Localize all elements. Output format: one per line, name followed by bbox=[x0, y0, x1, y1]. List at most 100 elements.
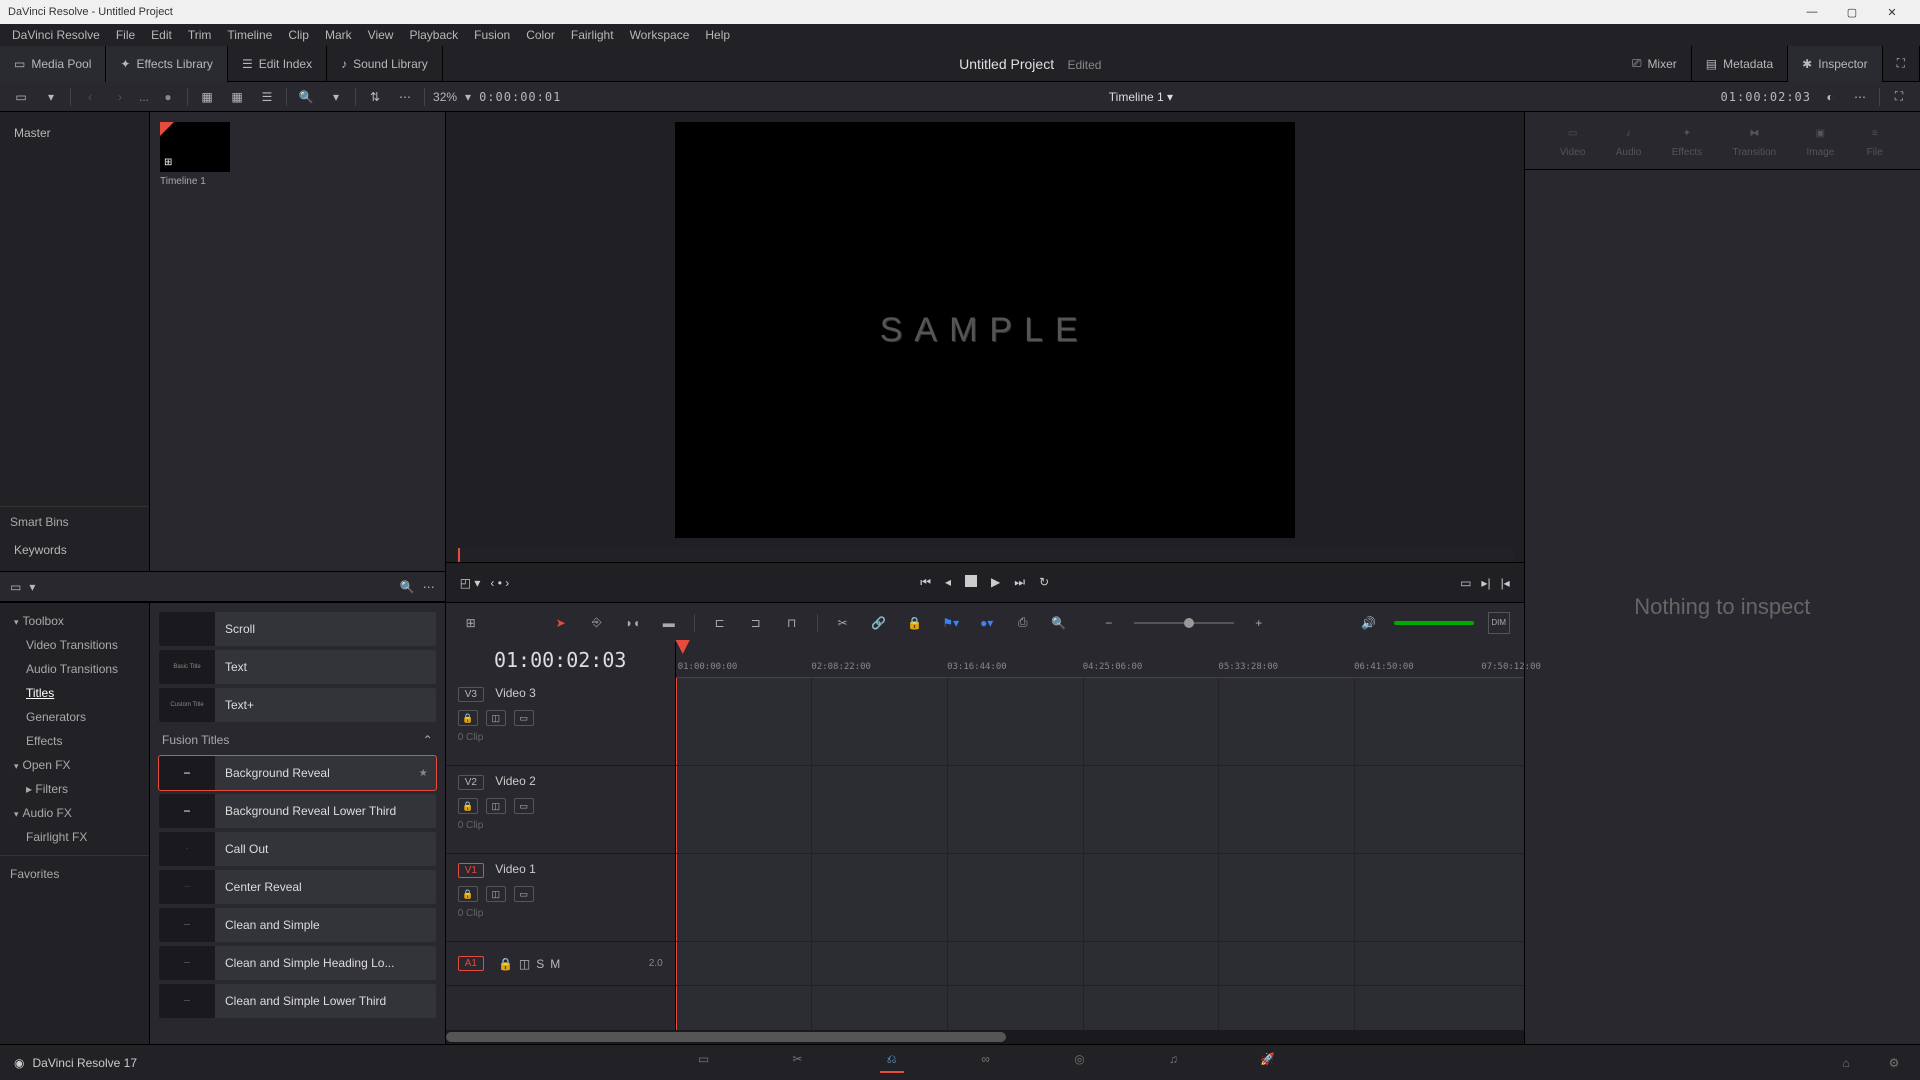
effects-options-icon[interactable]: ⋯ bbox=[423, 580, 435, 594]
menu-help[interactable]: Help bbox=[697, 28, 738, 42]
fusion-title-center-reveal[interactable]: ··· Center Reveal bbox=[158, 869, 437, 905]
dim-button[interactable]: DIM bbox=[1488, 612, 1510, 634]
link-icon[interactable]: 🔗 bbox=[868, 612, 890, 634]
title-item-text-plus[interactable]: Custom Title Text+ bbox=[158, 687, 437, 723]
menu-view[interactable]: View bbox=[360, 28, 402, 42]
nav-back-button[interactable]: ‹ bbox=[79, 86, 101, 108]
bypass-icon[interactable]: ◐ bbox=[1819, 86, 1841, 108]
volume-icon[interactable]: 🔊 bbox=[1358, 612, 1380, 634]
list-view-button[interactable]: ☰ bbox=[256, 86, 278, 108]
favorite-star-icon[interactable]: ★ bbox=[419, 768, 428, 779]
thumbnail-view-button[interactable]: ▦ bbox=[196, 86, 218, 108]
title-item-scroll[interactable]: Scroll bbox=[158, 611, 437, 647]
overwrite-clip-icon[interactable]: ⊐ bbox=[745, 612, 767, 634]
timeline-ruler[interactable]: 01:00:00:00 02:08:22:00 03:16:44:00 04:2… bbox=[676, 642, 1524, 678]
fusion-title-clean-simple[interactable]: — Clean and Simple bbox=[158, 907, 437, 943]
trim-tool[interactable]: ⎆ bbox=[586, 612, 608, 634]
menu-trim[interactable]: Trim bbox=[180, 28, 220, 42]
inspector-button[interactable]: ✱ Inspector bbox=[1788, 46, 1882, 82]
tree-titles[interactable]: Titles bbox=[0, 681, 149, 705]
loop-button[interactable]: ↻ bbox=[1039, 575, 1049, 590]
tree-effects[interactable]: Effects bbox=[0, 729, 149, 753]
viewer-jog-bar[interactable] bbox=[456, 548, 1514, 562]
viewer-mode-icon[interactable]: ◰ ▾ bbox=[460, 576, 481, 590]
fusion-title-clean-simple-lt[interactable]: — Clean and Simple Lower Third bbox=[158, 983, 437, 1019]
inspector-tab-file[interactable]: ≡File bbox=[1865, 123, 1885, 158]
tree-video-transitions[interactable]: Video Transitions bbox=[0, 633, 149, 657]
options-icon[interactable]: ⋯ bbox=[394, 86, 416, 108]
viewer-canvas[interactable]: SAMPLE bbox=[675, 122, 1295, 538]
razor-icon[interactable]: ✂ bbox=[832, 612, 854, 634]
zoom-in-button[interactable]: + bbox=[1248, 612, 1270, 634]
search-dropdown-icon[interactable]: ▾ bbox=[325, 86, 347, 108]
zoom-out-button[interactable]: − bbox=[1098, 612, 1120, 634]
track-header-v2[interactable]: V2 Video 2 🔒 ◫ ▭ 0 Clip bbox=[446, 766, 675, 854]
track-header-a1[interactable]: A1 🔒 ◫ S M 2.0 bbox=[446, 942, 675, 986]
next-frame-button[interactable]: ⏭ bbox=[1014, 575, 1025, 590]
flag-icon[interactable]: ⚑▾ bbox=[940, 612, 962, 634]
inspector-tab-transition[interactable]: ⧓Transition bbox=[1733, 123, 1777, 158]
tree-audio-fx[interactable]: Audio FX bbox=[0, 801, 149, 825]
track-lock-icon[interactable]: 🔒 bbox=[458, 710, 478, 726]
menu-playback[interactable]: Playback bbox=[401, 28, 466, 42]
track-header-v3[interactable]: V3 Video 3 🔒 ◫ ▭ 0 Clip bbox=[446, 678, 675, 766]
page-media[interactable]: ▭ bbox=[692, 1052, 716, 1073]
lane-v2[interactable] bbox=[676, 766, 1524, 854]
edit-index-button[interactable]: ☰ Edit Index bbox=[228, 46, 327, 82]
page-cut[interactable]: ✂ bbox=[786, 1052, 810, 1073]
track-enable-icon[interactable]: ▭ bbox=[514, 798, 534, 814]
timeline-name-dropdown[interactable]: Timeline 1 ▾ bbox=[1109, 90, 1173, 104]
track-lock-icon[interactable]: 🔒 bbox=[458, 798, 478, 814]
timeline-timecode-display[interactable]: 01:00:02:03 bbox=[446, 642, 676, 678]
expand-viewer-button[interactable]: ⛶ bbox=[1888, 86, 1910, 108]
inspector-tab-video[interactable]: ▭Video bbox=[1560, 123, 1585, 158]
minimize-button[interactable]: — bbox=[1792, 6, 1832, 18]
lane-a1[interactable] bbox=[676, 942, 1524, 986]
effects-list[interactable]: Scroll Basic Title Text Custom Title Tex… bbox=[150, 603, 445, 1044]
clip-thumbnail[interactable]: ⊞ bbox=[160, 122, 230, 172]
menu-workspace[interactable]: Workspace bbox=[622, 28, 698, 42]
tree-toolbox[interactable]: Toolbox bbox=[0, 609, 149, 633]
in-point-button[interactable]: |◂ bbox=[1501, 576, 1510, 590]
nav-forward-button[interactable]: › bbox=[109, 86, 131, 108]
chevron-down-icon[interactable]: ▾ bbox=[40, 86, 62, 108]
dynamic-trim-tool[interactable]: ◗◖ bbox=[622, 612, 644, 634]
title-item-text[interactable]: Basic Title Text bbox=[158, 649, 437, 685]
effects-dropdown-icon[interactable]: ▾ bbox=[29, 580, 35, 594]
bin-view-icon[interactable]: ▭ bbox=[10, 86, 32, 108]
fusion-title-background-reveal[interactable]: ▬ Background Reveal ★ bbox=[158, 755, 437, 791]
volume-slider[interactable] bbox=[1394, 621, 1474, 625]
page-fusion[interactable]: ∞ bbox=[974, 1052, 998, 1073]
blade-tool[interactable]: ▬ bbox=[658, 612, 680, 634]
effects-library-button[interactable]: ✦ Effects Library bbox=[106, 46, 228, 82]
fusion-title-clean-simple-hdg[interactable]: — Clean and Simple Heading Lo... bbox=[158, 945, 437, 981]
zoom-slider[interactable] bbox=[1134, 622, 1234, 624]
timeline-lanes[interactable] bbox=[676, 678, 1524, 1030]
first-frame-button[interactable]: ⏮ bbox=[920, 575, 931, 590]
replace-clip-icon[interactable]: ⊓ bbox=[781, 612, 803, 634]
timeline-search-icon[interactable]: 🔍 bbox=[1048, 612, 1070, 634]
track-badge[interactable]: A1 bbox=[458, 956, 484, 971]
lock-icon[interactable]: 🔒 bbox=[904, 612, 926, 634]
fusion-title-call-out[interactable]: · Call Out bbox=[158, 831, 437, 867]
timeline-view-options-icon[interactable]: ⊞ bbox=[460, 612, 482, 634]
track-badge[interactable]: V3 bbox=[458, 687, 484, 702]
menu-fusion[interactable]: Fusion bbox=[466, 28, 518, 42]
bin-master[interactable]: Master bbox=[0, 120, 149, 146]
tree-open-fx[interactable]: Open FX bbox=[0, 753, 149, 777]
tree-filters[interactable]: ▸ Filters bbox=[0, 777, 149, 801]
menu-color[interactable]: Color bbox=[518, 28, 563, 42]
track-enable-icon[interactable]: ▭ bbox=[514, 710, 534, 726]
play-button[interactable]: ▶ bbox=[991, 575, 1000, 590]
zoom-dropdown-icon[interactable]: ▾ bbox=[465, 90, 471, 104]
tree-fairlight-fx[interactable]: Fairlight FX bbox=[0, 825, 149, 849]
page-edit[interactable]: ⎌ bbox=[880, 1052, 904, 1073]
page-fairlight[interactable]: ♫ bbox=[1162, 1052, 1186, 1073]
insert-clip-icon[interactable]: ⊏ bbox=[709, 612, 731, 634]
menu-edit[interactable]: Edit bbox=[143, 28, 180, 42]
out-point-button[interactable]: ▸| bbox=[1481, 576, 1490, 590]
lane-v3[interactable] bbox=[676, 678, 1524, 766]
fusion-title-bg-reveal-lt[interactable]: ▬ Background Reveal Lower Third bbox=[158, 793, 437, 829]
fusion-titles-header[interactable]: Fusion Titles⌃ bbox=[158, 725, 437, 755]
track-auto-select-icon[interactable]: ◫ bbox=[486, 710, 506, 726]
